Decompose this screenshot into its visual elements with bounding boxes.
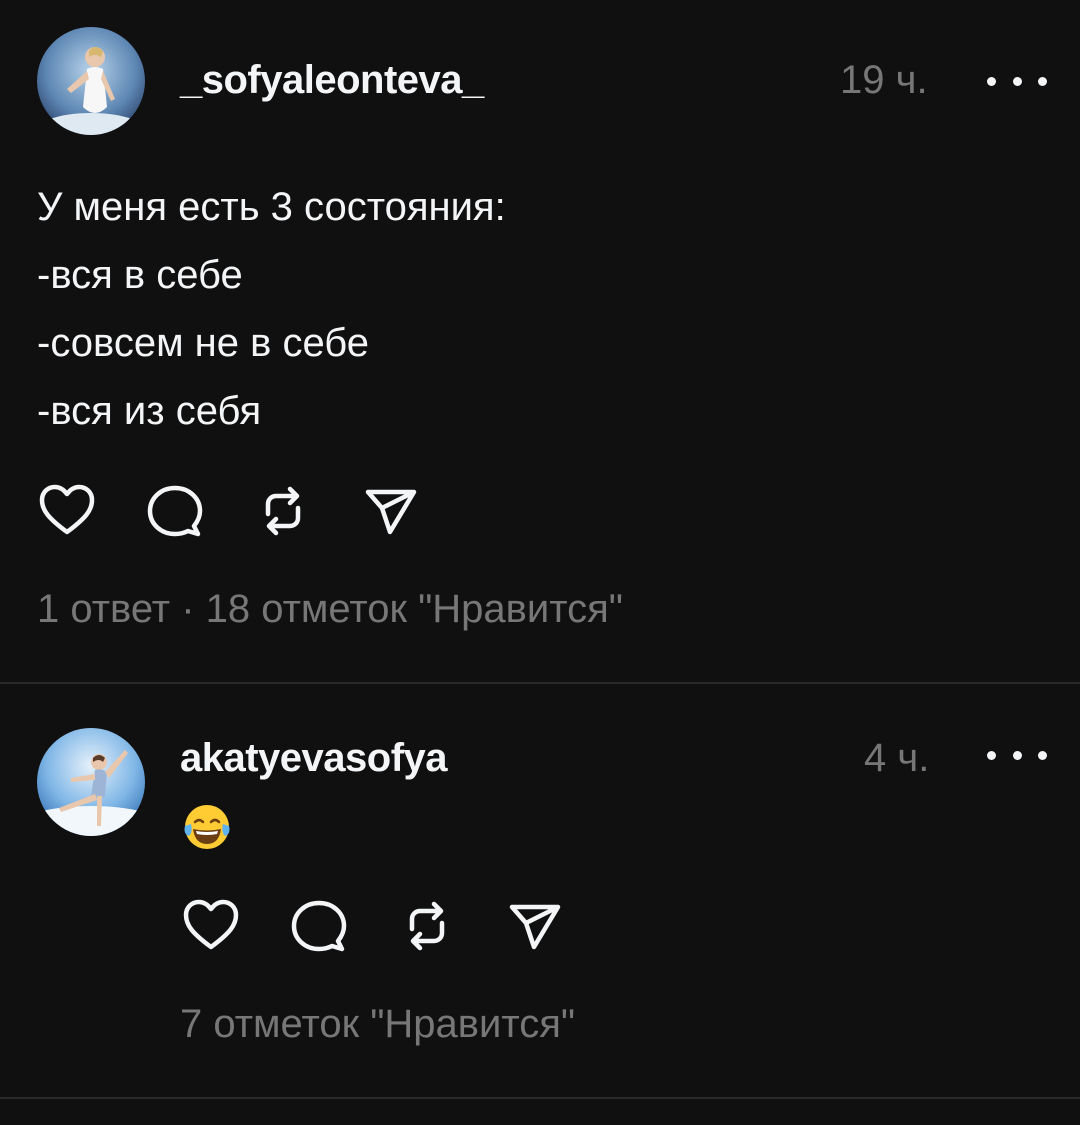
heart-icon <box>183 899 239 950</box>
repost-icon <box>265 486 301 536</box>
dot-icon <box>987 750 996 760</box>
reply-button[interactable] <box>144 480 206 542</box>
more-options-button[interactable] <box>987 61 1047 101</box>
post-text-line: -вся из себя <box>37 389 262 433</box>
likes-count[interactable]: 7 отметок "Нравится" <box>180 1002 575 1047</box>
like-button[interactable] <box>180 895 242 957</box>
like-button[interactable] <box>36 480 98 542</box>
heart-icon <box>39 484 95 535</box>
post-text-line: У меня есть 3 состояния: <box>37 185 506 229</box>
laughing-emoji <box>181 800 233 852</box>
more-options-button[interactable] <box>987 735 1047 775</box>
share-button[interactable] <box>360 480 422 542</box>
thread-reply: akatyevasofya 4 ч. 7 отметок "Нравится" <box>0 684 1080 1098</box>
comment-icon <box>291 900 347 952</box>
share-icon <box>365 489 417 535</box>
divider <box>0 1097 1080 1099</box>
post-stats: 7 отметок "Нравится" <box>180 1002 575 1047</box>
post-actions <box>180 895 612 957</box>
avatar[interactable] <box>37 27 145 135</box>
likes-count[interactable]: 18 отметок "Нравится" <box>206 587 623 632</box>
post-text-line: -вся в себе <box>37 253 243 297</box>
username[interactable]: akatyevasofya <box>180 736 448 781</box>
dot-icon <box>1012 750 1022 760</box>
replies-count[interactable]: 1 ответ <box>37 587 170 632</box>
dot-icon <box>1038 750 1047 760</box>
post-stats: 1 ответ · 18 отметок "Нравится" <box>37 587 623 632</box>
avatar[interactable] <box>37 728 145 836</box>
share-icon <box>509 904 561 950</box>
comment-icon <box>147 485 203 537</box>
repost-icon <box>409 901 445 951</box>
dot-icon <box>987 76 996 86</box>
repost-button[interactable] <box>252 480 314 542</box>
stats-separator: · <box>170 587 206 631</box>
tears-of-joy-icon <box>184 805 230 849</box>
thread-post: _sofyaleonteva_ 19 ч. У меня есть 3 сост… <box>0 0 1080 683</box>
dot-icon <box>1012 76 1022 86</box>
reply-button[interactable] <box>288 895 350 957</box>
username[interactable]: _sofyaleonteva_ <box>180 58 484 103</box>
repost-button[interactable] <box>396 895 458 957</box>
post-time: 19 ч. <box>840 58 928 102</box>
dot-icon <box>1038 76 1047 86</box>
post-time: 4 ч. <box>864 736 930 780</box>
post-actions <box>36 480 468 542</box>
share-button[interactable] <box>504 895 566 957</box>
post-text-line: -совсем не в себе <box>37 321 369 365</box>
